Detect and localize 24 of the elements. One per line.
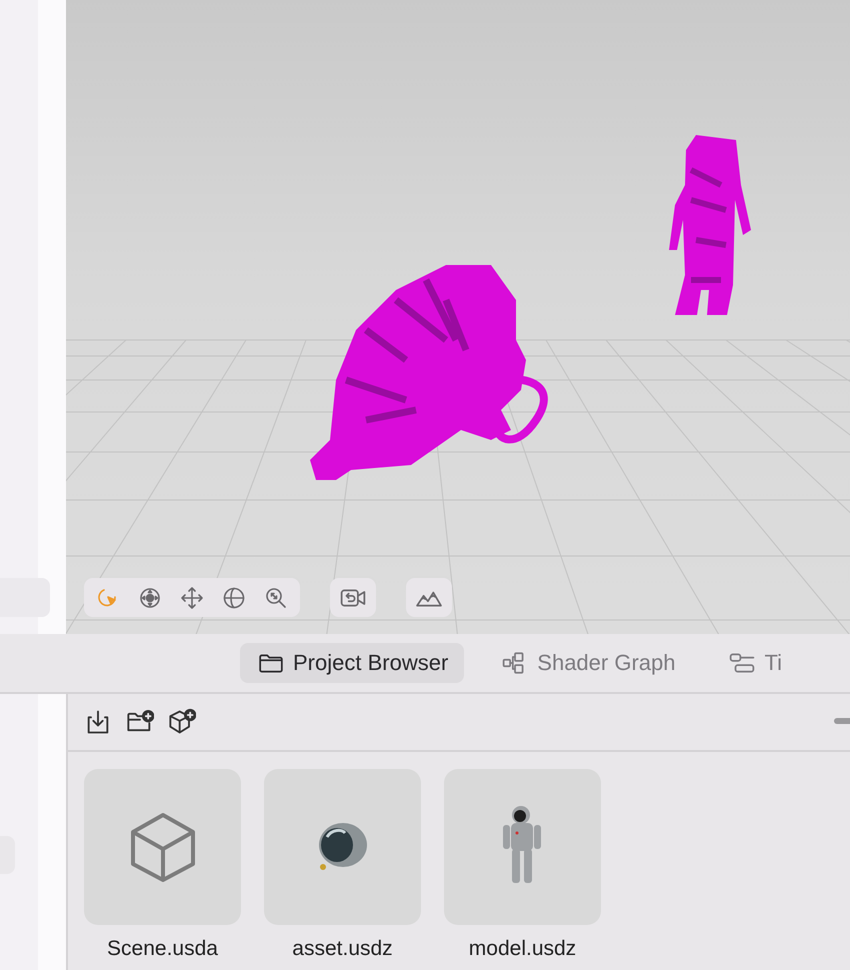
tab[interactable]: Ti xyxy=(711,643,798,683)
tab[interactable]: Project Browser xyxy=(240,643,464,683)
tool-button[interactable] xyxy=(264,586,288,610)
zoom-icon xyxy=(264,586,288,610)
cube-plus-icon xyxy=(168,708,196,736)
tool-button[interactable] xyxy=(180,586,204,610)
asset-thumbnail[interactable] xyxy=(264,769,421,925)
cube-icon xyxy=(130,812,196,882)
asset-name: model.usdz xyxy=(468,937,576,961)
asset-name: Scene.usda xyxy=(107,937,218,961)
asset-thumbnail[interactable] xyxy=(444,769,601,925)
asset-thumbnail[interactable] xyxy=(84,769,241,925)
asset-name: asset.usdz xyxy=(292,937,393,961)
helmet-model-drawing[interactable] xyxy=(310,265,548,480)
globe-icon xyxy=(222,586,246,610)
tool-button[interactable] xyxy=(138,586,162,610)
dash-icon xyxy=(834,718,850,724)
tab[interactable]: Shader Graph xyxy=(484,643,692,683)
add-object-button[interactable] xyxy=(168,708,196,736)
3d-viewport[interactable] xyxy=(66,0,850,634)
orbit-icon xyxy=(138,586,162,610)
astronaut-model-drawing[interactable] xyxy=(669,135,751,315)
move-arrows-icon xyxy=(180,586,204,610)
tool-button[interactable] xyxy=(222,586,246,610)
